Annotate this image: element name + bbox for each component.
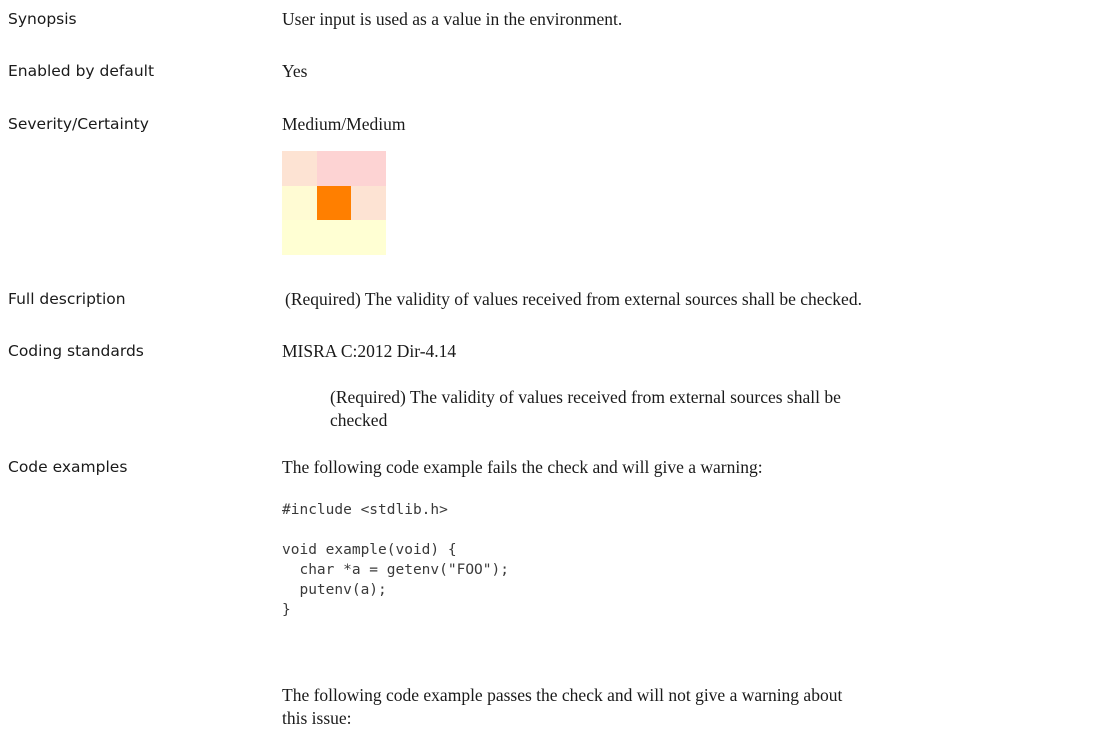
severity-matrix-cell bbox=[282, 220, 317, 255]
full-description-value: (Required) The validity of values receiv… bbox=[285, 289, 862, 309]
coding-standard-detail: (Required) The validity of values receiv… bbox=[330, 387, 841, 430]
severity-matrix-cell bbox=[282, 151, 317, 186]
enabled-value: Yes bbox=[282, 61, 308, 81]
severity-matrix-cell bbox=[316, 220, 352, 255]
severity-label: Severity/Certainty bbox=[8, 115, 149, 133]
synopsis-value: User input is used as a value in the env… bbox=[282, 9, 623, 29]
severity-matrix bbox=[282, 151, 386, 255]
pass-example-intro: The following code example passes the ch… bbox=[282, 685, 843, 728]
coding-standard-name: MISRA C:2012 Dir-4.14 bbox=[282, 341, 457, 361]
full-description-label: Full description bbox=[8, 290, 126, 308]
severity-value: Medium/Medium bbox=[282, 114, 406, 134]
synopsis-label: Synopsis bbox=[8, 10, 77, 28]
severity-matrix-cell bbox=[282, 185, 317, 221]
severity-matrix-cell bbox=[351, 185, 386, 221]
coding-standards-label: Coding standards bbox=[8, 342, 144, 360]
enabled-label: Enabled by default bbox=[8, 62, 155, 80]
code-example-fail: #include <stdlib.h> void example(void) {… bbox=[282, 502, 509, 618]
severity-matrix-cell bbox=[316, 151, 352, 186]
fail-example-intro: The following code example fails the che… bbox=[282, 457, 763, 477]
severity-matrix-cell-highlighted bbox=[316, 185, 352, 221]
severity-matrix-cell bbox=[351, 220, 386, 255]
severity-matrix-cell bbox=[351, 151, 386, 186]
code-examples-label: Code examples bbox=[8, 458, 128, 476]
